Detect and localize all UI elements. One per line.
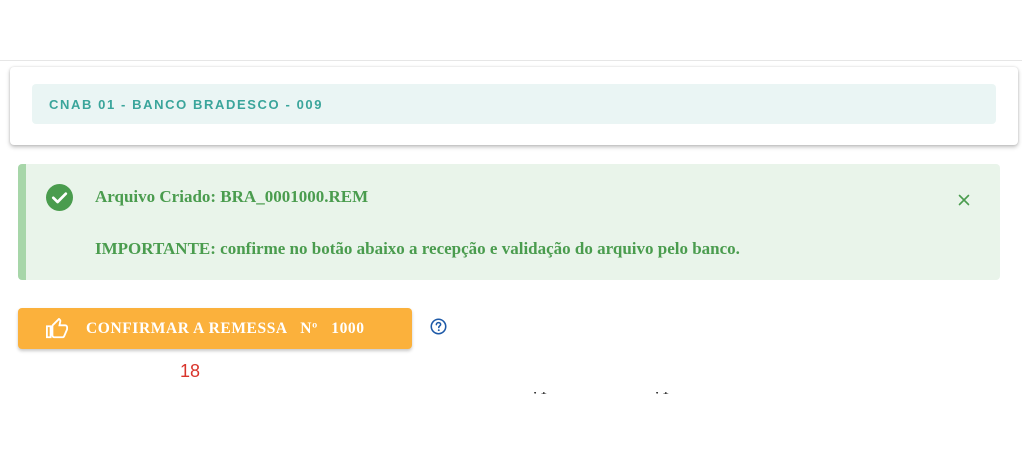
close-button[interactable]	[954, 190, 974, 210]
alert-title: Arquivo Criado: BRA_0001000.REM	[95, 187, 369, 206]
close-icon	[958, 194, 970, 206]
confirm-remessa-button[interactable]: CONFIRMAR A REMESSA Nº 1000	[18, 308, 412, 349]
thumbs-up-icon	[46, 317, 68, 338]
counter-value: 18	[180, 361, 201, 381]
clipped-row: V1 V1	[0, 392, 1022, 402]
success-alert: Arquivo Criado: BRA_0001000.REM IMPORTAN…	[18, 164, 1000, 280]
help-circle-icon[interactable]	[430, 318, 447, 335]
bank-card: CNAB 01 - BANCO BRADESCO - 009	[10, 67, 1018, 145]
bank-chip[interactable]: CNAB 01 - BANCO BRADESCO - 009	[32, 84, 996, 124]
page: CNAB 01 - BANCO BRADESCO - 009 Arquivo C…	[0, 0, 1022, 464]
clipped-text-right: V1	[652, 392, 669, 399]
alert-body: IMPORTANTE: confirme no botão abaixo a r…	[95, 239, 740, 258]
bank-label: CNAB 01 - BANCO BRADESCO - 009	[49, 96, 324, 112]
check-circle-icon	[46, 184, 73, 211]
confirm-label: CONFIRMAR A REMESSA Nº 1000	[86, 319, 365, 337]
clipped-text-left: V1	[530, 392, 547, 399]
top-divider	[0, 60, 1022, 61]
